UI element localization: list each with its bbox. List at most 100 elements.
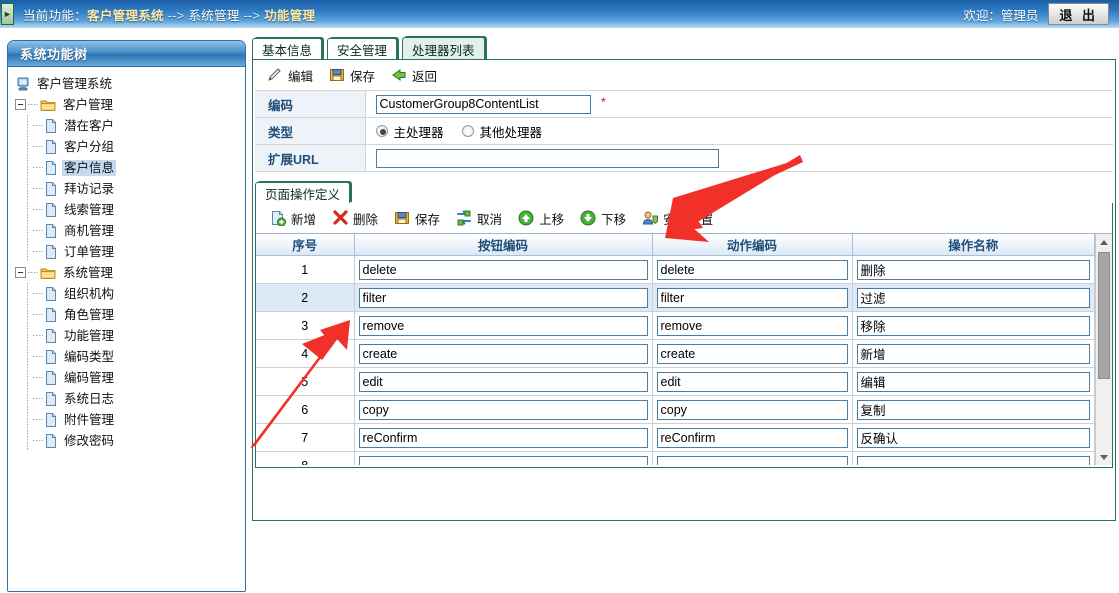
scrollbar-track[interactable] — [1096, 379, 1112, 449]
table-row[interactable]: 8 — [256, 451, 1095, 465]
table-row[interactable]: 3 — [256, 311, 1095, 340]
scroll-up-arrow-icon[interactable] — [1096, 234, 1112, 250]
sidebar-item-客户分组[interactable]: 客户分组 — [8, 136, 245, 157]
grid-vertical-scrollbar[interactable] — [1095, 234, 1112, 465]
sidebar-item-潜在客户[interactable]: 潜在客户 — [8, 115, 245, 136]
tree-connector-vertical — [27, 178, 28, 199]
grid-scroll-viewport: 序号按钮编码动作编码操作名称 12345678 — [256, 234, 1095, 465]
page-icon — [45, 181, 57, 196]
sidebar-item-功能管理[interactable]: 功能管理 — [8, 325, 245, 346]
cell-button-code — [354, 283, 653, 312]
scrollbar-thumb[interactable] — [1098, 252, 1110, 379]
cell-button-code — [354, 255, 653, 284]
radio-option-主处理器[interactable]: 主处理器 — [375, 122, 444, 141]
breadcrumb-item-1[interactable]: 客户管理系统 — [87, 9, 164, 23]
cell-op-name — [852, 395, 1095, 424]
cell-button-code — [354, 395, 653, 424]
op-name-input[interactable] — [856, 315, 1090, 336]
table-row[interactable]: 4 — [256, 339, 1095, 368]
tree-connector — [33, 377, 43, 378]
action-code-input[interactable] — [656, 371, 848, 392]
scroll-down-arrow-icon[interactable] — [1096, 449, 1112, 465]
op-name-input[interactable] — [856, 371, 1090, 392]
collapse-toggle-icon[interactable] — [15, 267, 26, 278]
grid-安全设置-button[interactable]: 安全设置 — [642, 209, 713, 228]
table-row[interactable]: 5 — [256, 367, 1095, 396]
tree-group-客户管理[interactable]: 客户管理 — [8, 94, 245, 115]
op-name-input[interactable] — [856, 455, 1090, 465]
page-icon — [45, 391, 57, 406]
tree-root-node[interactable]: 客户管理系统 — [8, 73, 245, 94]
sidebar-item-编码类型[interactable]: 编码类型 — [8, 346, 245, 367]
table-row[interactable]: 6 — [256, 395, 1095, 424]
record-返回-button[interactable]: 返回 — [391, 66, 437, 85]
button-code-input[interactable] — [358, 343, 648, 364]
sidebar-item-label: 附件管理 — [64, 412, 115, 427]
button-code-input[interactable] — [358, 315, 648, 336]
folder-icon — [40, 266, 56, 280]
table-row[interactable]: 1 — [256, 255, 1095, 284]
button-code-input[interactable] — [358, 287, 648, 308]
code-input[interactable] — [375, 94, 591, 114]
op-name-input[interactable] — [856, 287, 1090, 308]
grid-上移-button[interactable]: 上移 — [518, 209, 564, 228]
button-code-input[interactable] — [358, 427, 648, 448]
radio-button-icon[interactable] — [375, 125, 388, 137]
action-code-input[interactable] — [656, 427, 848, 448]
sidebar-item-系统日志[interactable]: 系统日志 — [8, 388, 245, 409]
sidebar-item-客户信息[interactable]: 客户信息 — [8, 157, 245, 178]
record-保存-button[interactable]: 保存 — [329, 66, 375, 85]
cell-action-code — [652, 423, 853, 452]
action-code-input[interactable] — [656, 399, 848, 420]
header-right-area: 欢迎：管理员 退 出 — [963, 3, 1109, 25]
tree-group-系统管理[interactable]: 系统管理 — [8, 262, 245, 283]
button-code-input[interactable] — [358, 371, 648, 392]
sidebar-item-附件管理[interactable]: 附件管理 — [8, 409, 245, 430]
action-code-input[interactable] — [656, 287, 848, 308]
sidebar-item-订单管理[interactable]: 订单管理 — [8, 241, 245, 262]
sidebar-item-组织机构[interactable]: 组织机构 — [8, 283, 245, 304]
table-row[interactable]: 7 — [256, 423, 1095, 452]
grid-保存-button[interactable]: 保存 — [394, 209, 440, 228]
breadcrumb-item-3[interactable]: 功能管理 — [264, 9, 315, 23]
op-name-input[interactable] — [856, 259, 1090, 280]
action-code-input[interactable] — [656, 259, 848, 280]
button-code-input[interactable] — [358, 259, 648, 280]
op-name-input[interactable] — [856, 399, 1090, 420]
op-name-input[interactable] — [856, 343, 1090, 364]
logout-button[interactable]: 退 出 — [1048, 3, 1109, 25]
radio-option-其他处理器[interactable]: 其他处理器 — [461, 122, 542, 141]
grid-新增-button[interactable]: 新增 — [270, 209, 316, 228]
tree-connector-vertical — [27, 409, 28, 430]
grid-删除-button[interactable]: 删除 — [332, 209, 378, 228]
tree-connector-vertical — [27, 367, 28, 388]
action-code-input[interactable] — [656, 315, 848, 336]
radio-label: 主处理器 — [393, 125, 444, 140]
record-编辑-button[interactable]: 编辑 — [267, 66, 313, 85]
grid-下移-button[interactable]: 下移 — [580, 209, 626, 228]
page-operation-panel: 新增 删除 保存 取消 上移 下移 安全设置 序号按钮编码动作编码操作名称 12345678 — [255, 203, 1113, 468]
tab-安全管理[interactable]: 安全管理 — [327, 38, 398, 60]
breadcrumb-item-2[interactable]: 系统管理 — [188, 9, 239, 23]
table-row[interactable]: 2 — [256, 283, 1095, 312]
op-name-input[interactable] — [856, 427, 1090, 448]
radio-button-icon[interactable] — [461, 125, 474, 137]
ext-url-input[interactable] — [375, 148, 719, 168]
sidebar-item-角色管理[interactable]: 角色管理 — [8, 304, 245, 325]
action-code-input[interactable] — [656, 455, 848, 465]
tab-基本信息[interactable]: 基本信息 — [252, 38, 323, 60]
handler-list-panel: 编辑保存返回 编码 * 类型 主处理器其他处理器 扩展URL — [252, 60, 1116, 521]
collapse-toggle-icon[interactable] — [15, 99, 26, 110]
sidebar-item-拜访记录[interactable]: 拜访记录 — [8, 178, 245, 199]
action-code-input[interactable] — [656, 343, 848, 364]
tab-处理器列表[interactable]: 处理器列表 — [402, 37, 485, 60]
tab-page-operation-definition[interactable]: 页面操作定义 — [255, 182, 351, 203]
button-code-input[interactable] — [358, 399, 648, 420]
sidebar-item-修改密码[interactable]: 修改密码 — [8, 430, 245, 451]
cell-action-code — [652, 283, 853, 312]
sidebar-item-编码管理[interactable]: 编码管理 — [8, 367, 245, 388]
button-code-input[interactable] — [358, 455, 648, 465]
sidebar-item-商机管理[interactable]: 商机管理 — [8, 220, 245, 241]
grid-取消-button[interactable]: 取消 — [456, 209, 502, 228]
sidebar-item-线索管理[interactable]: 线索管理 — [8, 199, 245, 220]
